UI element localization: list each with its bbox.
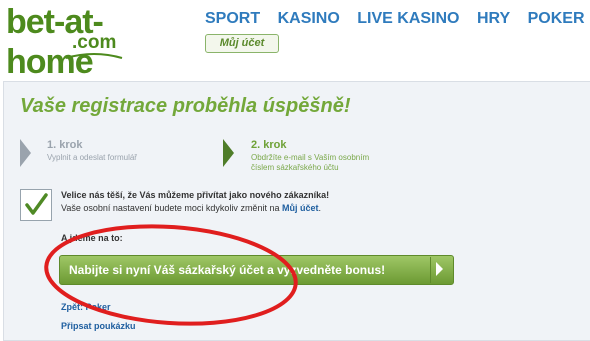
highlight-ellipse [44, 224, 298, 326]
nav-item-live-kasino[interactable]: LIVE KASINO [357, 10, 459, 27]
main-nav: SPORT KASINO LIVE KASINO HRY POKER [205, 10, 590, 28]
step-1-text-line1: Vyplnit a odeslat formulář [47, 153, 137, 162]
welcome-settings-end: . [318, 203, 322, 213]
step-arrow-icon [20, 139, 31, 167]
logo-swoosh-icon [65, 53, 123, 59]
play-arrow-icon [436, 262, 443, 276]
welcome-message: Velice nás těší, že Vás můžeme přivítat … [61, 190, 330, 200]
page-title: Vaše registrace proběhla úspěšně! [20, 95, 351, 117]
success-checkbox [20, 189, 52, 221]
nav-item-kasino[interactable]: KASINO [278, 10, 340, 27]
nav-item-hry[interactable]: HRY [477, 10, 510, 27]
nav-item-poker[interactable]: POKER [528, 10, 585, 27]
welcome-settings-label: Vaše osobní nastavení budete moci kdykol… [61, 203, 280, 213]
my-account-button[interactable]: Můj účet [205, 34, 279, 53]
header: bet-at-home .com SPORT KASINO LIVE KASIN… [0, 0, 590, 81]
step-1-heading: 1. krok [47, 139, 83, 151]
logo[interactable]: bet-at-home .com [6, 2, 184, 81]
welcome-settings-text: Vaše osobní nastavení budete moci kdykol… [61, 203, 321, 213]
step-arrow-icon [223, 139, 234, 167]
step-2-heading: 2. krok [251, 139, 287, 151]
step-2-text-line1: Obdržíte e-mail s Vaším osobním [251, 153, 370, 162]
cta-divider [430, 257, 431, 283]
step-1-text: Vyplnit a odeslat formulář [47, 153, 137, 163]
nav-item-sport[interactable]: SPORT [205, 10, 260, 27]
step-2-text-line2: číslem sázkařského účtu [251, 163, 339, 172]
logo-sub-text: .com [72, 32, 117, 53]
step-2-text: Obdržíte e-mail s Vaším osobním číslem s… [251, 153, 369, 173]
my-account-link[interactable]: Můj účet [282, 203, 319, 213]
check-icon [25, 193, 48, 215]
